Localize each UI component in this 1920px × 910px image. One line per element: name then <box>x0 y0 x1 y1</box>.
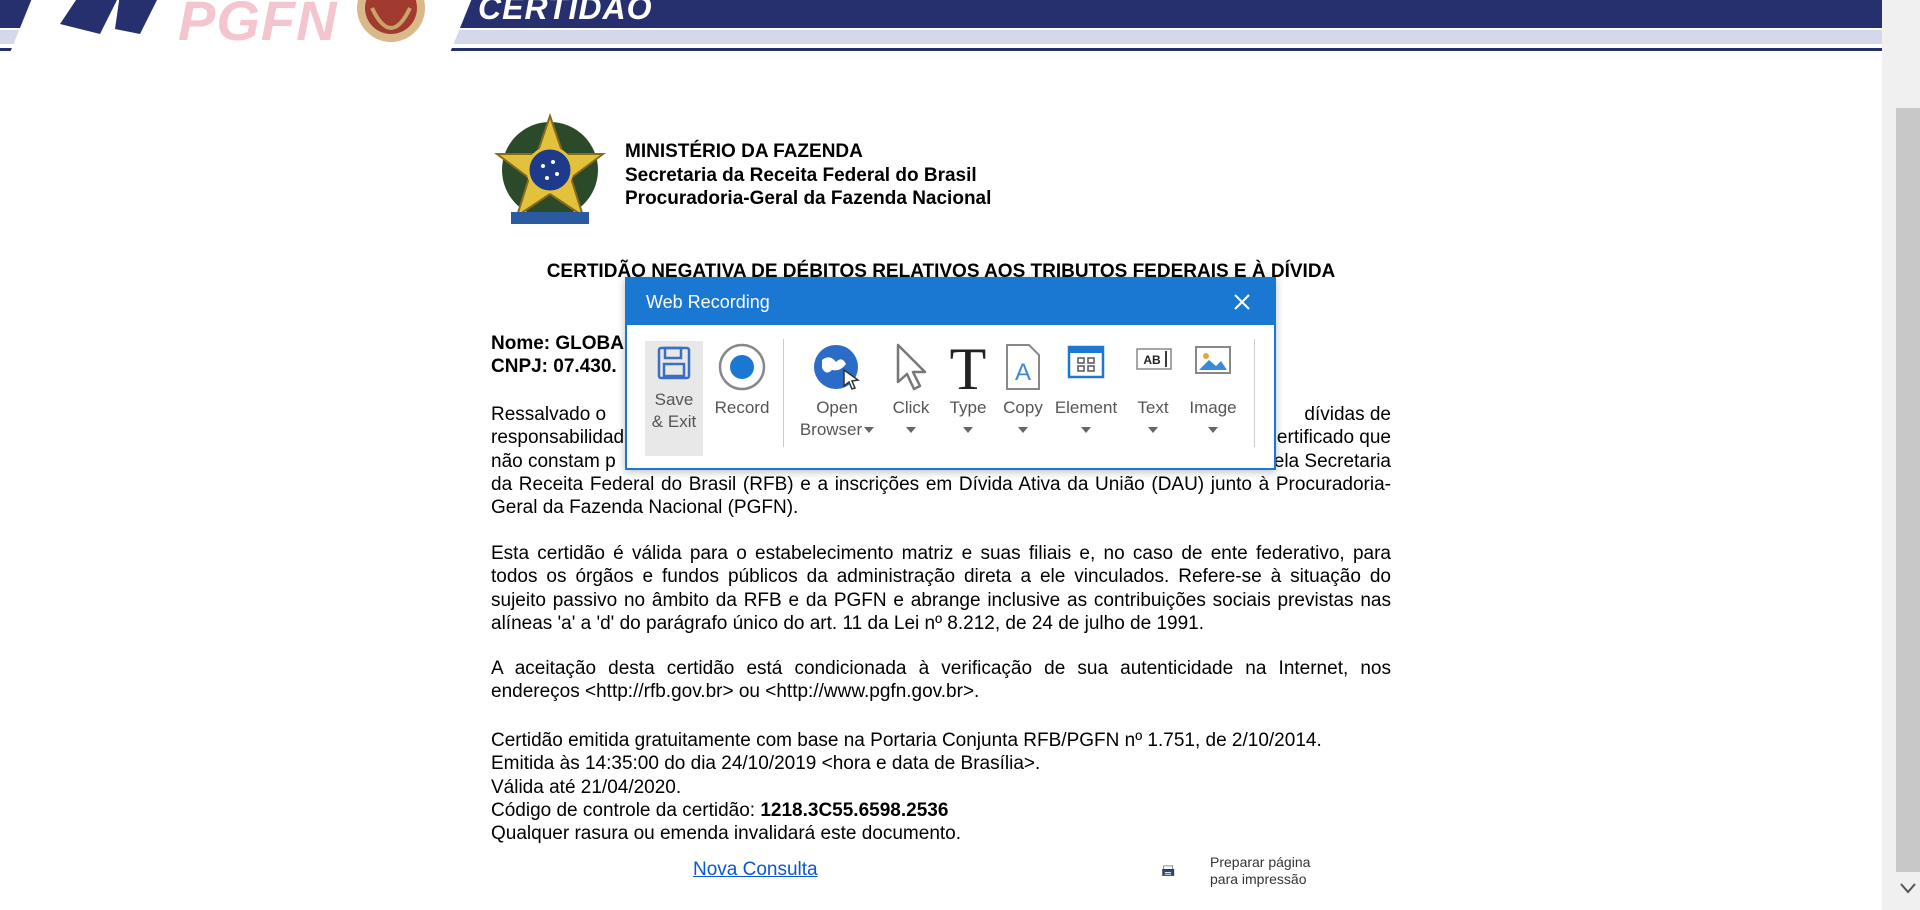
scrollbar-thumb[interactable] <box>1896 108 1920 872</box>
banner-title: CERTIDÃO <box>478 0 653 26</box>
open-browser-dropdown-icon[interactable] <box>864 427 874 433</box>
svg-text:A: A <box>1015 359 1031 386</box>
par1-right-3: ela Secretaria <box>1273 450 1391 472</box>
copy-button[interactable]: A Copy <box>995 341 1051 456</box>
globe-cursor-icon <box>814 345 860 390</box>
save-exit-button[interactable]: Save & Exit <box>645 341 703 456</box>
type-dropdown-icon[interactable] <box>963 427 973 433</box>
new-query-link[interactable]: Nova Consulta <box>693 859 818 881</box>
save-label-1: Save <box>654 390 694 409</box>
close-icon[interactable] <box>1227 287 1257 317</box>
control-code-line: Código de controle da certidão: 1218.3C5… <box>491 799 1391 822</box>
floppy-disk-icon <box>657 346 691 380</box>
copy-label: Copy <box>1003 398 1043 417</box>
picture-icon <box>1195 346 1231 374</box>
image-label: Image <box>1189 398 1237 417</box>
open-browser-button[interactable]: Open Browser <box>795 341 879 456</box>
toolbar-separator <box>1254 339 1255 447</box>
par1-left-1: Ressalvado o <box>491 404 607 425</box>
certificate-footer: Certidão emitida gratuitamente com base … <box>491 729 1391 845</box>
text-label: Text <box>1137 398 1169 417</box>
prepare-print-link[interactable]: Preparar página para impressão <box>1210 854 1310 887</box>
svg-text:T: T <box>950 341 987 393</box>
print-label-line-1[interactable]: Preparar página <box>1210 854 1310 871</box>
element-dropdown-icon[interactable] <box>1081 427 1091 433</box>
click-label: Click <box>892 398 930 417</box>
certificate-paragraph-2: Esta certidão é válida para o estabeleci… <box>491 543 1391 634</box>
click-dropdown-icon[interactable] <box>906 427 916 433</box>
image-button[interactable]: Image <box>1181 341 1245 456</box>
ministry-line-3: Procuradoria-Geral da Fazenda Nacional <box>625 188 992 209</box>
image-dropdown-icon[interactable] <box>1208 427 1218 433</box>
valid-until-line: Válida até 21/04/2020. <box>491 776 682 798</box>
issued-at-line: Emitida às 14:35:00 do dia 24/10/2019 <h… <box>491 753 1041 775</box>
dialog-header: Web Recording <box>627 279 1274 325</box>
element-button[interactable]: Element <box>1051 341 1121 456</box>
element-label: Element <box>1054 398 1118 417</box>
warning-line: Qualquer rasura ou emenda invalidará est… <box>491 823 962 845</box>
type-T-icon: T <box>950 341 987 393</box>
par1-right-1: dívidas de <box>1304 404 1391 425</box>
click-button[interactable]: Click <box>881 341 941 456</box>
scroll-down-arrow-icon[interactable] <box>1896 876 1920 900</box>
record-icon <box>718 343 766 391</box>
banner-seal-icon <box>357 0 425 42</box>
text-button[interactable]: AB Text <box>1125 341 1181 456</box>
copy-dropdown-icon[interactable] <box>1018 427 1028 433</box>
ministry-line-1: MINISTÉRIO DA FAZENDA <box>625 141 863 162</box>
text-dropdown-icon[interactable] <box>1148 427 1158 433</box>
certificate-paragraph-3: A aceitação desta certidão está condicio… <box>491 658 1391 703</box>
svg-text:AB: AB <box>1143 353 1161 367</box>
type-button[interactable]: T Type <box>941 341 995 456</box>
ministry-line-2: Secretaria da Receita Federal do Brasil <box>625 164 977 186</box>
dialog-title: Web Recording <box>646 292 770 312</box>
control-code-value: 1218.3C55.6598.2536 <box>760 799 949 821</box>
par1-rest: da Receita Federal do Brasil (RFB) e a i… <box>491 473 1391 519</box>
printer-icon[interactable] <box>1162 850 1210 892</box>
issued-basis-line: Certidão emitida gratuitamente com base … <box>491 730 1322 751</box>
grid-window-icon <box>1067 345 1105 379</box>
open-browser-label-1: Open <box>816 398 858 417</box>
par1-left-3: não constam p <box>491 450 616 472</box>
control-code-label: Código de controle da certidão: <box>491 799 761 821</box>
pgfn-arrow-logo-icon <box>60 0 157 34</box>
ministry-header: MINISTÉRIO DA FAZENDA Secretaria da Rece… <box>625 140 991 211</box>
banner-brand: PGFN <box>178 0 338 52</box>
site-banner: PGFN CERTIDÃO <box>0 0 1882 56</box>
type-label: Type <box>949 398 987 417</box>
toolbar-separator <box>783 339 784 447</box>
record-button[interactable]: Record <box>707 341 777 456</box>
record-label: Record <box>714 398 770 417</box>
document-A-icon: A <box>1006 344 1040 390</box>
pointer-icon <box>896 343 927 391</box>
save-label-2: & Exit <box>651 412 697 431</box>
text-cursor-icon: AB <box>1136 348 1172 370</box>
print-label-line-2[interactable]: para impressão <box>1210 871 1310 888</box>
par1-left-2: responsabilidad <box>491 427 625 449</box>
par1-right-2: ertificado que <box>1276 427 1391 449</box>
web-recording-dialog: Web Recording Save & Exit Record Open Br… <box>625 277 1276 470</box>
coat-of-arms-icon <box>494 112 606 224</box>
